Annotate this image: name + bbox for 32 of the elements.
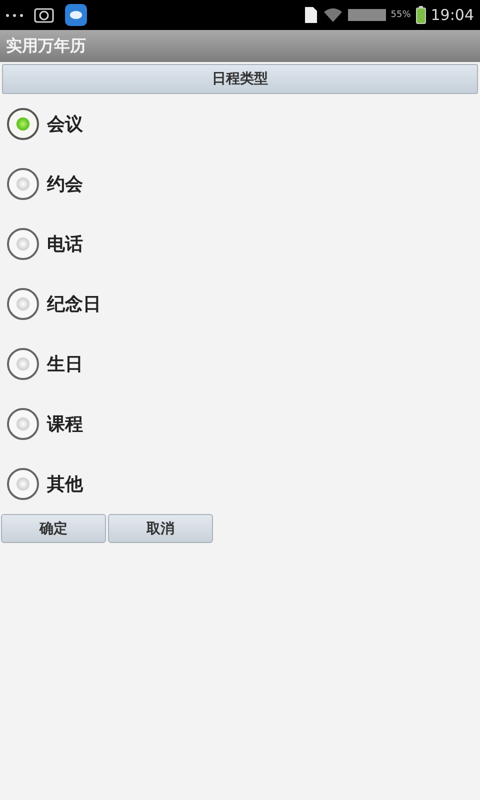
radio-button[interactable] xyxy=(7,348,39,380)
radio-option[interactable]: 生日 xyxy=(0,334,480,394)
radio-option[interactable]: 约会 xyxy=(0,154,480,214)
radio-button[interactable] xyxy=(7,288,39,320)
option-label: 电话 xyxy=(47,233,83,256)
radio-option[interactable]: 会议 xyxy=(0,94,480,154)
dialog-title: 日程类型 xyxy=(212,70,268,88)
clock: 19:04 xyxy=(430,6,474,24)
radio-option[interactable]: 其他 xyxy=(0,454,480,514)
option-label: 课程 xyxy=(47,413,83,436)
app-title: 实用万年历 xyxy=(6,36,86,56)
radio-option[interactable]: 纪念日 xyxy=(0,274,480,334)
sim-card-icon xyxy=(304,6,318,24)
dialog-button[interactable]: 确定 xyxy=(1,514,106,543)
radio-option[interactable]: 电话 xyxy=(0,214,480,274)
radio-button[interactable] xyxy=(7,468,39,500)
option-label: 其他 xyxy=(47,473,83,496)
more-icon xyxy=(6,14,23,16)
option-label: 纪念日 xyxy=(47,293,101,316)
camera-icon xyxy=(33,6,55,24)
radio-option[interactable]: 课程 xyxy=(0,394,480,454)
wifi-icon xyxy=(322,7,343,23)
radio-button[interactable] xyxy=(7,228,39,260)
radio-button[interactable] xyxy=(7,108,39,140)
battery-percent: 55% xyxy=(390,10,411,20)
option-label: 约会 xyxy=(47,173,83,196)
option-label: 生日 xyxy=(47,353,83,376)
battery-icon xyxy=(416,6,426,24)
radio-button[interactable] xyxy=(7,408,39,440)
dialog-button[interactable]: 取消 xyxy=(108,514,213,543)
radio-button[interactable] xyxy=(7,168,39,200)
option-label: 会议 xyxy=(47,113,83,136)
